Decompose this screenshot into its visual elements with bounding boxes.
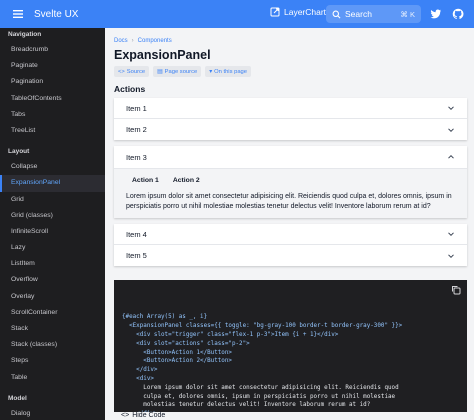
app-header: Svelte UX LayerChart Search ⌘ K [0,0,474,28]
code-icon: <> [118,68,125,75]
sidebar-item-pagination[interactable]: Pagination [0,74,105,90]
expansion-panel: Item 1 Item 2 [114,98,467,140]
panel-trigger-item-3[interactable]: Item 3 [114,146,467,169]
sidebar-item-scrollcontainer[interactable]: ScrollContainer [0,305,105,321]
sidebar-item-overflow[interactable]: Overflow [0,272,105,288]
action-1-button[interactable]: Action 1 [132,177,159,184]
panel-body-text: Lorem ipsum dolor sit amet consectetur a… [126,193,452,210]
code-line: {#each Array(5) as _, i} [122,314,208,321]
on-this-page-button[interactable]: ▾ On this page [205,66,251,77]
code-line: Lorem ipsum dolor sit amet consectetur a… [122,384,399,391]
chevron-down-icon [448,253,454,258]
code-block: {#each Array(5) as _, i} <ExpansionPanel… [114,280,467,412]
chevron-down-icon [448,232,454,237]
sidebar-item-stack-classes[interactable]: Stack (classes) [0,337,105,353]
breadcrumb-docs[interactable]: Docs [114,38,128,44]
github-icon[interactable] [452,8,464,20]
chevron-down-icon [448,106,454,111]
code-line: </div> [122,367,158,374]
code-line: <Button>Action 2</Button> [122,358,232,365]
sidebar-section-title: Layout [8,148,30,156]
sidebar-item-overlay[interactable]: Overlay [0,289,105,305]
sidebar-item-table[interactable]: Table [0,370,105,386]
hide-code-button[interactable]: <> Hide Code [121,412,165,419]
sidebar-item-grid-classes[interactable]: Grid (classes) [0,208,105,224]
search-shortcut: ⌘ K [400,9,415,19]
layerchart-link[interactable]: LayerChart [270,7,326,17]
code-line: molestias tenetur delectus velit! Invent… [122,402,371,409]
twitter-icon[interactable] [430,8,442,20]
external-link-icon [270,7,280,17]
sidebar-item-expansionpanel[interactable]: ExpansionPanel [0,175,105,192]
sidebar-item-paginate[interactable]: Paginate [0,58,105,74]
file-icon: ▤ [157,68,163,75]
page-title: ExpansionPanel [114,48,211,62]
page-source-button[interactable]: ▤ Page source [153,66,202,77]
panel-trigger-item-2[interactable]: Item 2 [114,119,467,140]
sidebar-item-stack[interactable]: Stack [0,321,105,337]
sidebar-item-treelist[interactable]: TreeList [0,123,105,139]
panel-content: Action 1 Action 2 Lorem ipsum dolor sit … [114,169,467,218]
breadcrumb-components[interactable]: Components [138,38,172,44]
sidebar: Navigation Breadcrumb Paginate Pagination Ta… [0,28,105,420]
sidebar-section-title: Navigation [8,31,42,38]
source-links: <> Source ▤ Page source ▾ On this page [114,66,251,77]
breadcrumb: Docs › Components [114,38,172,44]
section-title-actions: Actions [114,84,146,94]
sidebar-item-tableofcontents[interactable]: TableOfContents [0,91,105,107]
sidebar-section-title: Model [8,394,27,402]
search-label: Search [345,9,372,19]
expansion-panel: Item 4 Item 5 [114,224,467,266]
panel-label: Item 3 [126,152,147,162]
action-2-button[interactable]: Action 2 [173,177,200,184]
sidebar-item-listitem[interactable]: ListItem [0,256,105,272]
main-content: Docs › Components ExpansionPanel <> Sour… [105,28,474,420]
code-line: culpa et, dolores omnis, ipsum in perspi… [122,393,396,400]
code-line: <div slot="actions" class="p-2"> [122,340,250,347]
panel-actions: Action 1 Action 2 [126,169,455,192]
sidebar-item-breadcrumb[interactable]: Breadcrumb [0,42,105,58]
panel-trigger-item-4[interactable]: Item 4 [114,224,467,245]
on-this-page-label: On this page [214,68,247,75]
code-line: </div> [122,410,459,412]
panel-label: Item 2 [126,125,147,134]
panel-label: Item 1 [126,103,147,113]
sidebar-item-lazy[interactable]: Lazy [0,240,105,256]
expansion-panel-open: Item 3 Action 1 Action 2 Lorem ipsum dol… [114,146,467,218]
sidebar-item-grid[interactable]: Grid [0,192,105,208]
hide-code-label: Hide Code [132,412,166,419]
chevron-up-icon [448,154,454,159]
breadcrumb-separator: › [131,38,134,44]
sidebar-item-steps[interactable]: Steps [0,353,105,369]
code-line: <div> [122,375,154,382]
menu-icon[interactable] [6,0,30,28]
panel-label: Item 5 [126,251,147,260]
code-line: <Button>Action 1</Button> [122,349,232,356]
chevron-down-icon: ▾ [209,68,213,75]
code-icon: <> [121,412,130,419]
panel-trigger-item-5[interactable]: Item 5 [114,245,467,266]
sidebar-item-infinitescroll[interactable]: InfiniteScroll [0,224,105,240]
code-lines: {#each Array(5) as _, i} <ExpansionPanel… [122,313,459,412]
panel-trigger-item-1[interactable]: Item 1 [114,98,467,119]
sidebar-item-dialog[interactable]: Dialog [0,406,105,420]
search-icon [332,10,341,18]
panel-label: Item 4 [126,229,147,239]
copy-icon[interactable] [451,285,461,295]
source-button[interactable]: <> Source [114,66,150,77]
chevron-down-icon [448,127,454,132]
layerchart-label: LayerChart [284,7,327,17]
app-title[interactable]: Svelte UX [34,9,78,20]
search-input[interactable]: Search ⌘ K [326,5,421,23]
code-line: <div slot="trigger" class="flex-1 p-3">I… [122,331,339,338]
code-line: <ExpansionPanel classes={{ toggle: "bg-g… [122,323,403,330]
source-label: Source [126,68,146,75]
sidebar-item-tabs[interactable]: Tabs [0,107,105,123]
expansion-panels: Item 1 Item 2 Item 3 Action 1 Action 2 L… [114,98,467,266]
page-source-label: Page source [164,68,198,75]
sidebar-item-collapse[interactable]: Collapse [0,159,105,175]
